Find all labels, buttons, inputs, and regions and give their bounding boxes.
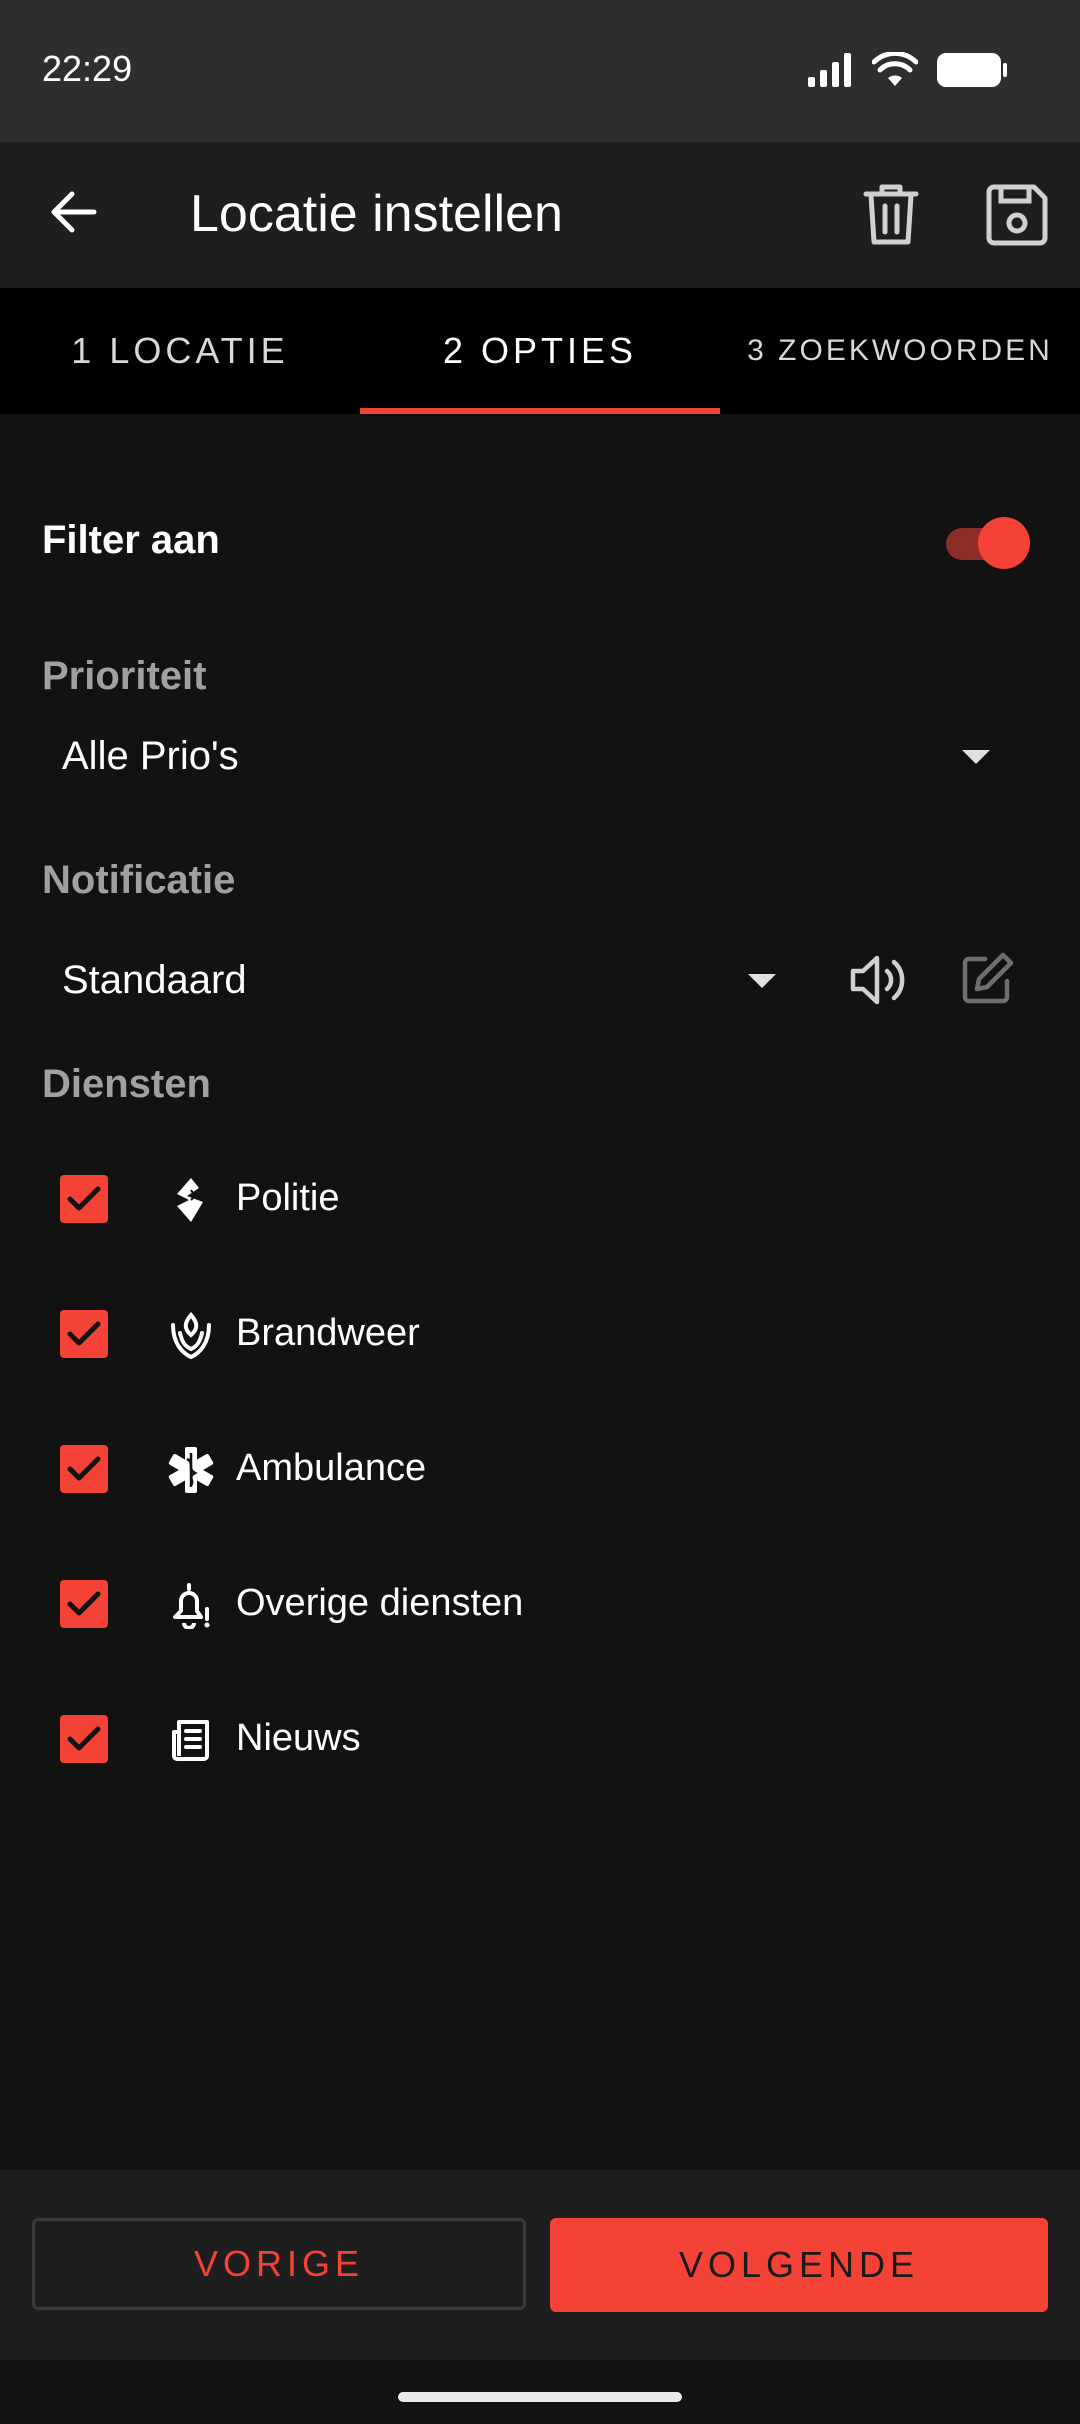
newspaper-icon (166, 1715, 216, 1765)
notification-dropdown[interactable]: Standaard (42, 920, 802, 1040)
service-item-brandweer[interactable]: Brandweer (0, 1280, 1080, 1390)
priority-value: Alle Prio's (62, 734, 239, 778)
tab-locatie[interactable]: 1 LOCATIE (0, 288, 360, 414)
back-arrow-icon (51, 191, 97, 233)
delete-button[interactable] (856, 178, 926, 252)
check-icon (67, 1456, 101, 1481)
battery-icon (937, 53, 1007, 87)
tab-zoekwoorden[interactable]: 3 ZOEKWOORDEN (720, 288, 1080, 414)
checkbox-checked[interactable] (60, 1445, 108, 1493)
wifi-icon (872, 52, 918, 86)
chevron-down-icon (748, 974, 776, 988)
play-sound-button[interactable] (846, 948, 912, 1012)
service-label: Nieuws (236, 1717, 361, 1759)
services-label: Diensten (42, 1062, 211, 1106)
previous-button[interactable]: VORIGE (32, 2218, 526, 2310)
service-item-politie[interactable]: Politie (0, 1145, 1080, 1255)
status-icons (808, 50, 1008, 90)
check-icon (67, 1321, 101, 1346)
save-button[interactable] (980, 178, 1054, 252)
service-item-nieuws[interactable]: Nieuws (0, 1685, 1080, 1795)
home-indicator[interactable] (398, 2392, 682, 2402)
back-button[interactable] (44, 182, 104, 242)
next-button[interactable]: VOLGENDE (550, 2218, 1048, 2312)
navigation-bar (0, 2360, 1080, 2424)
checkbox-checked[interactable] (60, 1715, 108, 1763)
chevron-down-icon (962, 750, 990, 764)
service-item-ambulance[interactable]: Ambulance (0, 1415, 1080, 1525)
police-icon (166, 1175, 216, 1225)
service-label: Ambulance (236, 1447, 427, 1489)
priority-label: Prioriteit (42, 654, 207, 698)
filter-label: Filter aan (42, 518, 220, 562)
toggle-thumb (978, 517, 1030, 569)
bottom-action-bar: VORIGE VOLGENDE (0, 2170, 1080, 2360)
edit-icon (962, 952, 1014, 1004)
notification-label: Notificatie (42, 858, 236, 902)
check-icon (67, 1726, 101, 1751)
page-title: Locatie instellen (190, 185, 563, 243)
priority-dropdown[interactable]: Alle Prio's (42, 700, 1012, 810)
speaker-icon (850, 955, 905, 1005)
save-icon (986, 184, 1048, 246)
signal-icon (808, 53, 851, 87)
checkbox-checked[interactable] (60, 1175, 108, 1223)
service-label: Overige diensten (236, 1582, 524, 1624)
checkbox-checked[interactable] (60, 1580, 108, 1628)
app-bar: Locatie instellen (0, 142, 1080, 288)
fire-department-icon (166, 1310, 216, 1360)
service-label: Brandweer (236, 1312, 420, 1354)
tab-bar: 1 LOCATIE 2 OPTIES 3 ZOEKWOORDEN (0, 288, 1080, 414)
checkbox-checked[interactable] (60, 1310, 108, 1358)
tab-opties[interactable]: 2 OPTIES (360, 288, 720, 414)
ambulance-star-of-life-icon (166, 1445, 216, 1495)
active-tab-indicator (360, 408, 720, 414)
status-bar: 22:29 (0, 0, 1080, 142)
bell-alert-icon (166, 1580, 216, 1630)
check-icon (67, 1591, 101, 1616)
filter-toggle[interactable] (944, 512, 1030, 572)
edit-notification-button[interactable] (958, 948, 1018, 1008)
notification-value: Standaard (62, 958, 247, 1002)
check-icon (67, 1186, 101, 1211)
service-label: Politie (236, 1177, 340, 1219)
status-time: 22:29 (42, 48, 133, 89)
trash-icon (863, 184, 919, 245)
service-item-overige-diensten[interactable]: Overige diensten (0, 1550, 1080, 1660)
